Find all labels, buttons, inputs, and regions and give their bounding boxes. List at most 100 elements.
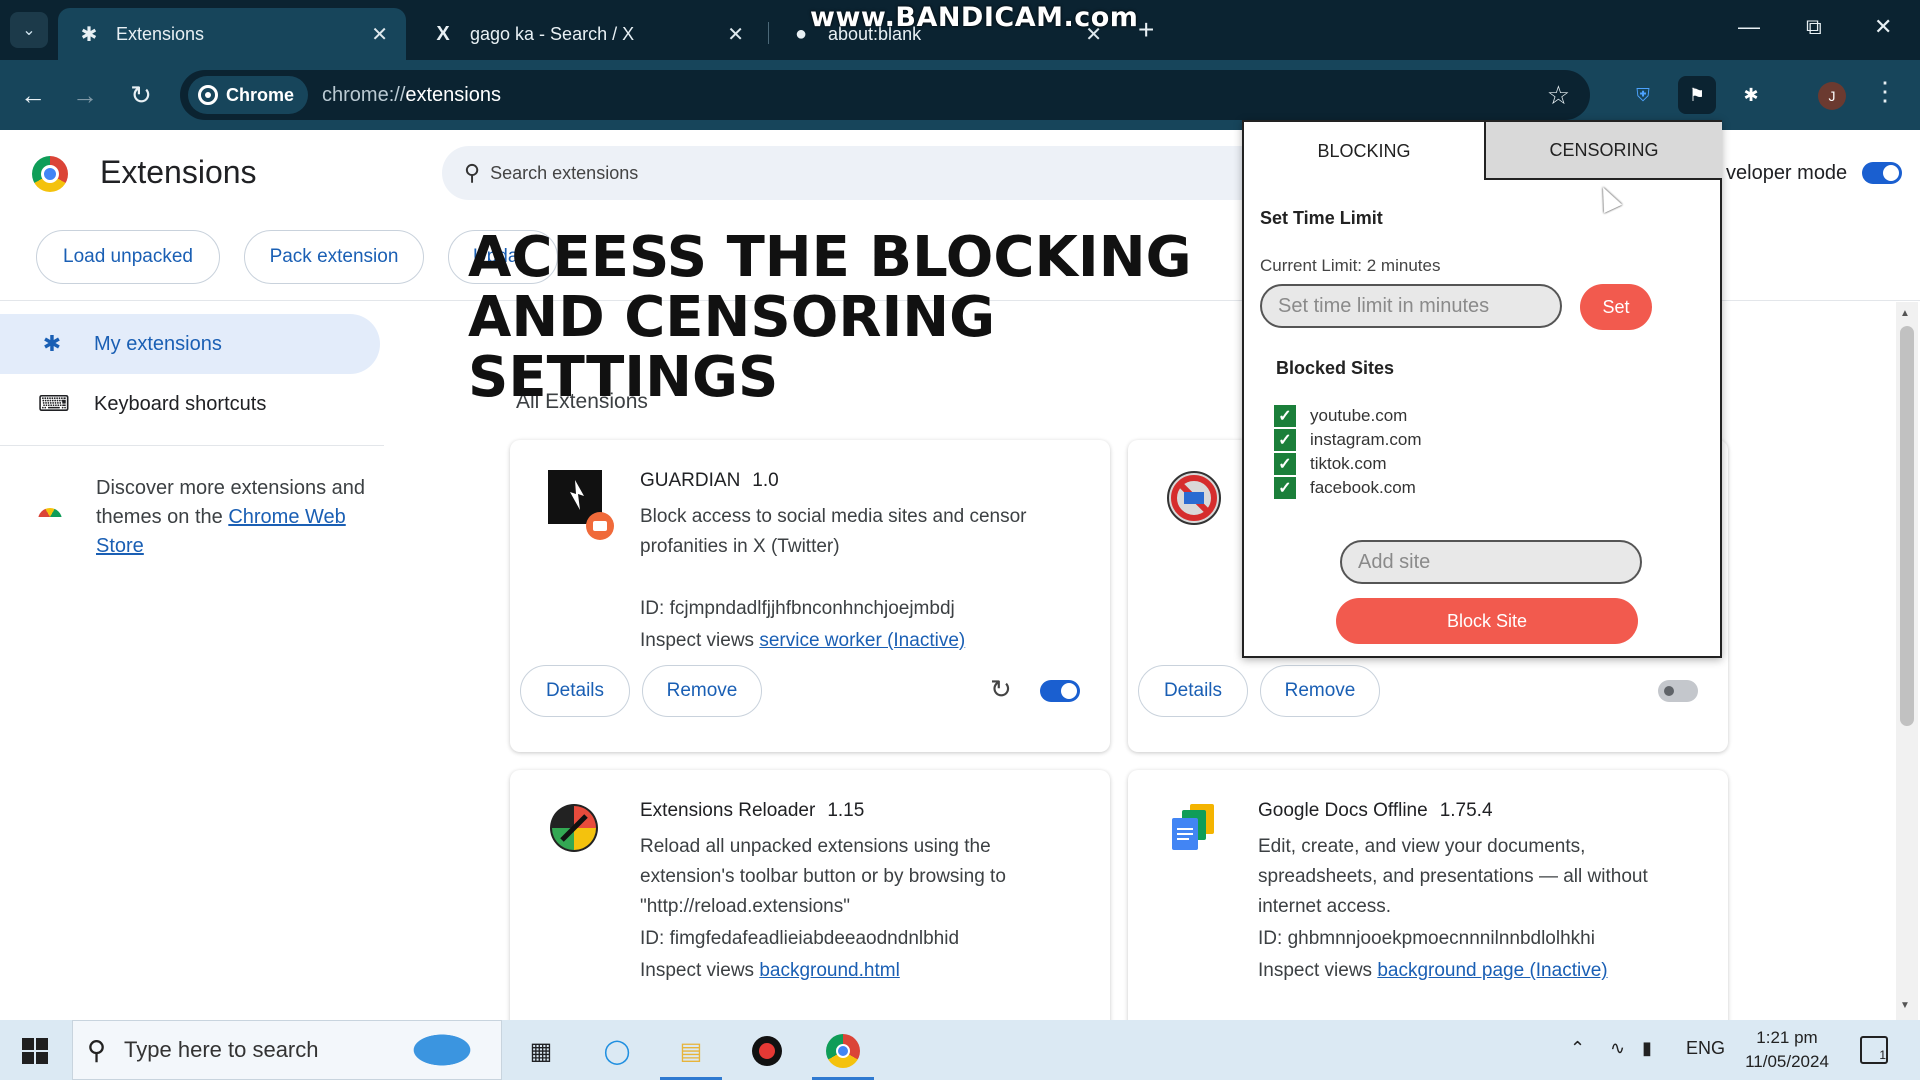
extension-popup: BLOCKING CENSORING Set Time Limit Curren… [1242,120,1722,658]
blocked-site-item: ✓ tiktok.com [1274,452,1387,476]
site-label: instagram.com [1310,430,1422,449]
clock-time: 1:21 pm [1756,1028,1818,1047]
tab-extensions[interactable]: ✱ Extensions ✕ [58,8,406,60]
tab-separator [768,22,769,44]
notification-count: 1 [1879,1048,1886,1062]
developer-mode-label: veloper mode [1726,162,1848,184]
block-site-button[interactable]: Block Site [1336,598,1638,644]
inspect-link[interactable]: service worker (Inactive) [759,630,965,651]
back-arrow-icon[interactable]: ← [14,76,52,114]
battery-icon[interactable]: ▮ [1642,1038,1652,1059]
notification-center-icon[interactable]: 1 [1860,1036,1888,1064]
chrome-taskbar-icon[interactable] [812,1030,874,1080]
taskbar-search-placeholder: Type here to search [124,1037,319,1062]
taskbar-clock[interactable]: 1:21 pm 11/05/2024 [1732,1026,1842,1074]
add-site-input[interactable] [1340,540,1642,584]
scrollbar-thumb[interactable] [1900,326,1914,726]
reload-icon[interactable]: ↻ [990,674,1012,705]
window-close-icon[interactable]: ✕ [1874,14,1892,40]
page-title: Extensions [100,154,257,190]
id-prefix: ID: [1258,928,1288,949]
blocked-site-item: ✓ instagram.com [1274,428,1421,452]
version-text: 1.75.4 [1439,800,1493,821]
url-scheme: chrome:// [322,83,406,106]
address-bar[interactable]: Chrome chrome://extensions ☆ [180,70,1590,120]
developer-mode-toggle[interactable] [1862,162,1902,184]
menu-kebab-icon[interactable]: ⋮ [1872,76,1898,107]
reload-icon[interactable]: ↻ [122,76,160,114]
extensions-puzzle-icon[interactable]: ✱ [1732,76,1770,114]
checkbox-checked-icon[interactable]: ✓ [1274,429,1296,451]
inspect-views: Inspect views background.html [640,960,900,982]
sidebar-item-keyboard-shortcuts[interactable]: ⌨ Keyboard shortcuts [0,374,380,434]
details-button[interactable]: Details [1138,665,1248,717]
remove-button[interactable]: Remove [1260,665,1380,717]
checkbox-checked-icon[interactable]: ✓ [1274,453,1296,475]
inspect-views: Inspect views background page (Inactive) [1258,960,1608,982]
blocked-sites-heading: Blocked Sites [1276,358,1395,378]
name-text: GUARDIAN [640,470,741,491]
details-button[interactable]: Details [520,665,630,717]
avatar[interactable]: J [1818,82,1846,110]
url-text[interactable]: chrome://extensions [322,84,501,107]
discover-text: Discover more extensions and themes on t… [96,474,386,561]
forward-arrow-icon[interactable]: → [66,76,104,114]
sidebar-divider [0,445,384,446]
scroll-up-arrow-icon[interactable]: ▲ [1900,308,1910,319]
time-limit-input[interactable] [1260,284,1562,328]
load-unpacked-button[interactable]: Load unpacked [36,230,220,284]
extension-enable-toggle[interactable] [1040,680,1080,702]
set-button[interactable]: Set [1580,284,1652,330]
windows-start-icon[interactable] [22,1038,48,1064]
tab-search-chevron-icon[interactable]: ⌄ [10,12,48,48]
tab-censoring[interactable]: CENSORING [1484,122,1722,180]
remove-button[interactable]: Remove [642,665,762,717]
google-docs-logo-icon [1166,800,1222,856]
wifi-icon[interactable]: ∿ [1610,1038,1625,1059]
inspect-link[interactable]: background.html [759,960,899,981]
extension-name: GUARDIAN 1.0 [640,470,779,492]
new-tab-plus-icon[interactable]: + [1138,14,1154,46]
extension-enable-toggle[interactable] [1658,680,1698,702]
close-icon[interactable]: ✕ [371,22,388,47]
show-hidden-icons-chevron-icon[interactable]: ⌃ [1570,1038,1585,1059]
tab-x-search[interactable]: X gago ka - Search / X ✕ [412,8,762,60]
reloader-logo-icon [548,800,604,856]
sidebar-item-my-extensions[interactable]: ✱ My extensions [0,314,380,374]
minimize-icon[interactable]: — [1738,14,1760,40]
pack-extension-button[interactable]: Pack extension [244,230,424,284]
checkbox-checked-icon[interactable]: ✓ [1274,477,1296,499]
extension-id: ID: ghbmnnjooekpmoecnnnilnnbdlolhkhi [1258,928,1595,950]
language-indicator[interactable]: ENG [1686,1038,1725,1059]
search-bar[interactable]: ⚲ [442,146,1322,200]
inspect-label: Inspect views [640,630,755,651]
tab-blocking[interactable]: BLOCKING [1244,122,1484,180]
checkbox-checked-icon[interactable]: ✓ [1274,405,1296,427]
inspect-label: Inspect views [1258,960,1373,981]
extension-card-google-docs-offline: Google Docs Offline 1.75.4 Edit, create, … [1128,770,1728,1030]
search-icon: ⚲ [87,1034,107,1065]
search-input[interactable] [490,162,1191,184]
close-icon[interactable]: ✕ [727,22,744,47]
puzzle-icon: ✱ [80,23,98,46]
extension-card-extensions-reloader: Extensions Reloader 1.15 Reload all unpac… [510,770,1110,1030]
site-info-chip[interactable]: Chrome [188,76,309,114]
shield-extension-icon[interactable]: ⛨ [1624,76,1662,114]
bookmark-star-icon[interactable]: ☆ [1547,80,1570,111]
recording-watermark: www.BANDICAM.com [810,2,1139,33]
inspect-label: Inspect views [640,960,755,981]
scroll-down-arrow-icon[interactable]: ▼ [1900,1000,1910,1011]
edge-browser-icon[interactable]: ◯ [596,1030,638,1072]
guardian-extension-icon[interactable]: ⚑ [1678,76,1716,114]
restore-icon[interactable]: ⧉ [1806,14,1822,40]
guardian-logo-icon [548,470,614,540]
bandicam-app-icon[interactable] [746,1030,788,1072]
extension-name: Extensions Reloader 1.15 [640,800,864,822]
extension-name: Google Docs Offline 1.75.4 [1258,800,1493,822]
name-text: Extensions Reloader [640,800,816,821]
file-explorer-icon[interactable]: ▤ [660,1030,722,1080]
inspect-link[interactable]: background page (Inactive) [1377,960,1607,981]
tab-title: gago ka - Search / X [470,23,635,44]
task-view-icon[interactable]: ▦ [520,1030,562,1072]
chrome-icon [198,85,218,105]
